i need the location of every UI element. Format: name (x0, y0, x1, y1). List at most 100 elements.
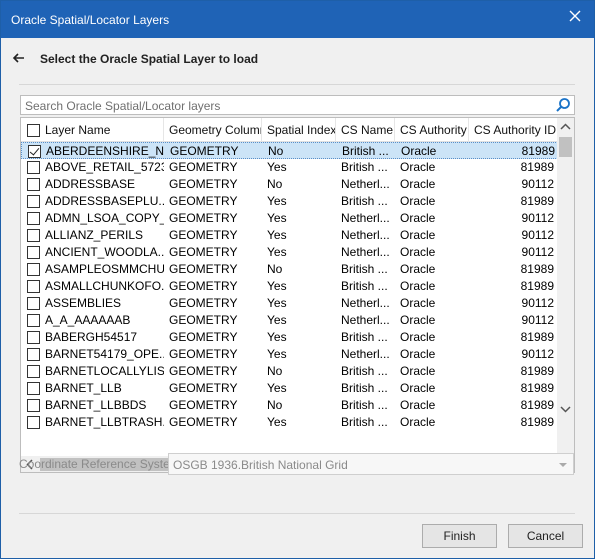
cell-spatial-index: No (267, 177, 283, 191)
window-title: Oracle Spatial/Locator Layers (11, 13, 170, 27)
cancel-button[interactable]: Cancel (508, 524, 583, 548)
cell-cs-authority: Oracle (400, 245, 436, 259)
table-row[interactable]: ASSEMBLIES GEOMETRY Yes Netherl... Oracle 901… (21, 295, 558, 312)
cell-cs-authority-id: 81989 (521, 144, 555, 158)
table-row[interactable]: ALLIANZ_PERILS GEOMETRY Yes Netherl... Oracl… (21, 227, 558, 244)
cell-spatial-index: Yes (267, 228, 287, 242)
cell-cs-name: British ... (341, 160, 388, 174)
vertical-scroll-thumb[interactable] (559, 137, 572, 157)
table-row[interactable]: ABERDEENSHIRE_N... GEOMETRY No British ... O… (21, 142, 558, 159)
column-header-cs-name[interactable]: CS Name (336, 118, 395, 142)
cell-geometry-column: GEOMETRY (169, 177, 238, 191)
search-placeholder: Search Oracle Spatial/Locator layers (25, 99, 221, 113)
table-row[interactable]: ANCIENT_WOODLA... GEOMETRY Yes Netherl... Or… (21, 244, 558, 261)
cell-cs-authority: Oracle (400, 160, 436, 174)
cell-cs-name: British ... (341, 330, 388, 344)
cell-cs-authority-id: 90112 (521, 296, 554, 310)
cell-cs-authority: Oracle (400, 313, 436, 327)
close-icon[interactable] (562, 5, 588, 27)
cell-cs-authority-id: 90112 (521, 228, 554, 242)
cell-cs-authority: Oracle (400, 415, 436, 429)
cell-spatial-index: No (268, 144, 284, 158)
cell-cs-name: Netherl... (341, 296, 390, 310)
cell-cs-authority-id: 90112 (521, 313, 554, 327)
cell-cs-name: Netherl... (341, 211, 390, 225)
cell-cs-authority: Oracle (400, 211, 436, 225)
dialog-window: Oracle Spatial/Locator Layers Select the… (0, 0, 595, 559)
cell-cs-name: Netherl... (341, 313, 390, 327)
table-row[interactable]: ABOVE_RETAIL_57237 GEOMETRY Yes British ...… (21, 159, 558, 176)
header-divider (19, 84, 575, 85)
cell-layer-name: ALLIANZ_PERILS (45, 228, 144, 242)
cell-cs-authority: Oracle (400, 279, 436, 293)
table-header: Layer Name Geometry Column Spatial Index… (21, 118, 558, 142)
finish-button[interactable]: Finish (422, 524, 497, 548)
cell-layer-name: ASSEMBLIES (45, 296, 122, 310)
select-all-checkbox[interactable] (27, 124, 40, 137)
table-row[interactable]: ASAMPLEOSMMCHU... GEOMETRY No British ... Or… (21, 261, 558, 278)
cell-cs-authority: Oracle (400, 194, 436, 208)
cell-geometry-column: GEOMETRY (169, 296, 238, 310)
table-row[interactable]: BARNET54179_OPE... GEOMETRY Yes Netherl... O… (21, 346, 558, 363)
table-row[interactable]: ADDRESSBASEPLU... GEOMETRY Yes British ... O… (21, 193, 558, 210)
crs-label: Coordinate Reference System: (19, 457, 184, 471)
cell-spatial-index: Yes (267, 330, 287, 344)
cell-spatial-index: No (267, 364, 283, 378)
column-header-layer-name[interactable]: Layer Name (21, 118, 164, 142)
cell-cs-name: British ... (341, 279, 388, 293)
cell-layer-name: ADDRESSBASE (45, 177, 136, 191)
column-header-cs-authority-id[interactable]: CS Authority ID (469, 118, 558, 142)
cell-layer-name: ASMALLCHUNKOFO... (45, 279, 164, 293)
cell-cs-authority: Oracle (400, 177, 436, 191)
cell-cs-authority-id: 81989 (520, 279, 554, 293)
search-input[interactable]: Search Oracle Spatial/Locator layers (20, 95, 575, 115)
table-row[interactable]: BARNET_LLBTRASH... GEOMETRY Yes British ...… (21, 414, 558, 431)
cell-cs-authority: Oracle (400, 262, 436, 276)
cell-cs-authority: Oracle (400, 228, 436, 242)
search-icon[interactable] (555, 97, 571, 113)
table-row[interactable]: ASMALLCHUNKOFO... GEOMETRY Yes British ... O… (21, 278, 558, 295)
cell-cs-authority: Oracle (400, 330, 436, 344)
cell-cs-name: Netherl... (341, 347, 390, 361)
cell-cs-authority: Oracle (400, 364, 436, 378)
cell-spatial-index: Yes (267, 160, 287, 174)
table-row[interactable]: BABERGH54517 GEOMETRY Yes British ... Oracle… (21, 329, 558, 346)
scroll-up-icon[interactable] (557, 118, 574, 135)
cell-geometry-column: GEOMETRY (169, 364, 238, 378)
table-row[interactable]: BARNET_LLB GEOMETRY Yes British ... Oracle 81… (21, 380, 558, 397)
table-row[interactable]: ADDRESSBASE GEOMETRY No Netherl... Oracle 901… (21, 176, 558, 193)
table-body: ABERDEENSHIRE_N... GEOMETRY No British ... O… (21, 142, 558, 432)
cell-layer-name: BABERGH54517 (45, 330, 138, 344)
table-row[interactable]: A_A_AAAAAAB GEOMETRY Yes Netherl... Oracle 90… (21, 312, 558, 329)
cell-cs-name: British ... (341, 194, 388, 208)
cell-cs-authority-id: 81989 (520, 381, 554, 395)
column-header-geometry-column[interactable]: Geometry Column (164, 118, 262, 142)
table-row[interactable]: BARNETLOCALLYLIS... GEOMETRY No British ...… (21, 363, 558, 380)
cell-layer-name: BARNET54179_OPE... (45, 347, 164, 361)
cell-geometry-column: GEOMETRY (170, 144, 239, 158)
cell-geometry-column: GEOMETRY (169, 279, 238, 293)
cell-geometry-column: GEOMETRY (169, 381, 238, 395)
vertical-scrollbar[interactable] (557, 118, 574, 456)
cell-spatial-index: Yes (267, 347, 287, 361)
scroll-down-icon[interactable] (557, 401, 574, 418)
cell-geometry-column: GEOMETRY (169, 313, 238, 327)
cell-layer-name: ABERDEENSHIRE_N... (46, 144, 165, 158)
back-arrow-icon[interactable] (10, 49, 28, 67)
table-row[interactable]: ADMN_LSOA_COPY_... GEOMETRY Yes Netherl... O… (21, 210, 558, 227)
column-header-cs-authority[interactable]: CS Authority (395, 118, 469, 142)
cell-cs-name: British ... (342, 144, 389, 158)
cell-cs-authority-id: 81989 (520, 364, 554, 378)
table-row[interactable]: BARNET_LLBBDS GEOMETRY No British ... Oracle… (21, 397, 558, 414)
cell-spatial-index: No (267, 262, 283, 276)
cell-spatial-index: Yes (267, 415, 287, 429)
cell-geometry-column: GEOMETRY (169, 245, 238, 259)
cell-cs-authority-id: 81989 (520, 194, 554, 208)
column-header-spatial-index[interactable]: Spatial Index (262, 118, 336, 142)
cell-spatial-index: Yes (267, 211, 287, 225)
cell-geometry-column: GEOMETRY (169, 160, 238, 174)
cell-layer-name: ADDRESSBASEPLU... (45, 194, 164, 208)
cell-spatial-index: Yes (267, 245, 287, 259)
cell-cs-authority-id: 90112 (521, 347, 554, 361)
page-title: Select the Oracle Spatial Layer to load (40, 52, 259, 66)
